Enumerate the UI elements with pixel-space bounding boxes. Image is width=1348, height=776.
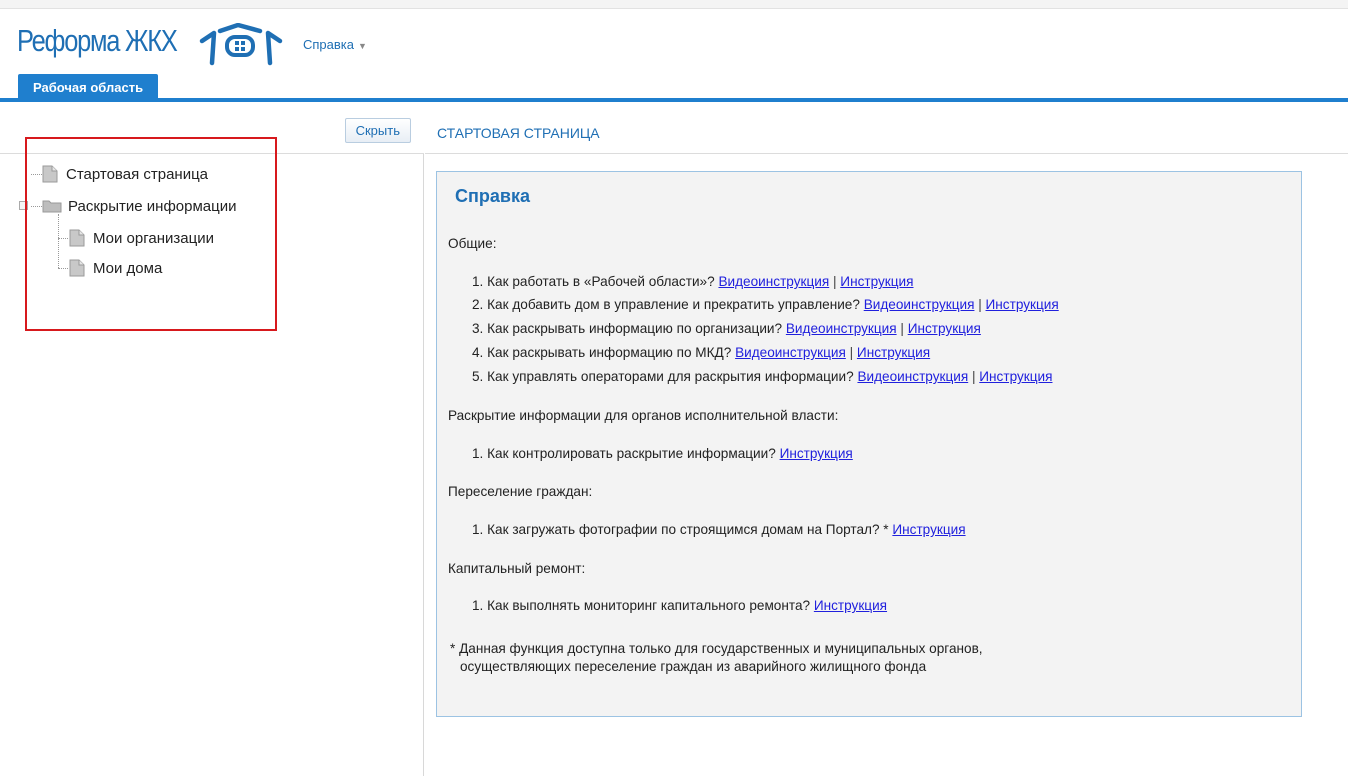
list-item: 3. Как раскрывать информацию по организа… <box>472 321 981 336</box>
main-content: СТАРТОВАЯ СТРАНИЦА Справка Общие: 1. Как… <box>425 116 1348 776</box>
item-number: 1. <box>472 598 484 613</box>
item-text: Как добавить дом в управление и прекрати… <box>487 297 860 312</box>
item-number: 1. <box>472 522 484 537</box>
instruction-link[interactable]: Инструкция <box>908 321 981 336</box>
section-title: Капитальный ремонт: <box>448 561 586 576</box>
video-instruction-link[interactable]: Видеоинструкция <box>735 345 846 360</box>
highlight-annotation-box <box>25 137 277 331</box>
section-title: Переселение граждан: <box>448 484 593 499</box>
video-instruction-link[interactable]: Видеоинструкция <box>857 369 968 384</box>
browser-top-strip <box>0 0 1348 9</box>
help-panel: Справка Общие: 1. Как работать в «Рабоче… <box>436 171 1302 717</box>
instruction-link[interactable]: Инструкция <box>780 446 853 461</box>
help-menu-label: Справка <box>303 37 354 52</box>
footnote-line-2: осуществляющих переселение граждан из ав… <box>460 659 927 674</box>
list-item: 1. Как работать в «Рабочей области»? Вид… <box>472 274 914 289</box>
instruction-link[interactable]: Инструкция <box>857 345 930 360</box>
list-item: 2. Как добавить дом в управление и прекр… <box>472 297 1059 312</box>
item-number: 4. <box>472 345 484 360</box>
item-text: Как загружать фотографии по строящимся д… <box>487 522 889 537</box>
footnote-line-1: * Данная функция доступна только для гос… <box>450 641 983 656</box>
item-number: 2. <box>472 297 484 312</box>
item-text: Как управлять операторами для раскрытия … <box>487 369 854 384</box>
site-header: Реформа ЖКХ Справка ▼ <box>0 9 1348 69</box>
separator: | <box>971 369 976 384</box>
instruction-link[interactable]: Инструкция <box>814 598 887 613</box>
item-text: Как контролировать раскрытие информации? <box>487 446 776 461</box>
instruction-link[interactable]: Инструкция <box>892 522 965 537</box>
logo-text[interactable]: Реформа ЖКХ <box>17 23 178 59</box>
video-instruction-link[interactable]: Видеоинструкция <box>718 274 829 289</box>
instruction-link[interactable]: Инструкция <box>979 369 1052 384</box>
separator: | <box>832 274 837 289</box>
item-text: Как работать в «Рабочей области»? <box>487 274 715 289</box>
item-number: 1. <box>472 446 484 461</box>
house-logo-icon[interactable] <box>198 23 284 67</box>
video-instruction-link[interactable]: Видеоинструкция <box>786 321 897 336</box>
instruction-link[interactable]: Инструкция <box>986 297 1059 312</box>
help-menu[interactable]: Справка ▼ <box>303 37 367 52</box>
item-number: 1. <box>472 274 484 289</box>
item-text: Как раскрывать информацию по организации… <box>487 321 783 336</box>
item-number: 3. <box>472 321 484 336</box>
separator: | <box>849 345 854 360</box>
hide-sidebar-button[interactable]: Скрыть <box>344 118 411 143</box>
instruction-link[interactable]: Инструкция <box>840 274 913 289</box>
list-item: 1. Как загружать фотографии по строящимс… <box>472 522 966 537</box>
section-title: Общие: <box>448 236 497 251</box>
list-item: 4. Как раскрывать информацию по МКД? Вид… <box>472 345 930 360</box>
tab-workspace[interactable]: Рабочая область <box>18 74 159 102</box>
list-item: 1. Как выполнять мониторинг капитального… <box>472 598 887 613</box>
item-number: 5. <box>472 369 484 384</box>
help-panel-title: Справка <box>455 186 530 206</box>
list-item: 5. Как управлять операторами для раскрыт… <box>472 369 1052 384</box>
content-header: СТАРТОВАЯ СТРАНИЦА <box>425 116 1348 154</box>
page-title: СТАРТОВАЯ СТРАНИЦА <box>437 125 600 141</box>
item-text: Как раскрывать информацию по МКД? <box>487 345 732 360</box>
video-instruction-link[interactable]: Видеоинструкция <box>864 297 975 312</box>
chevron-down-icon: ▼ <box>358 41 367 51</box>
separator: | <box>900 321 904 336</box>
tab-bar: Рабочая область <box>0 69 1348 102</box>
section-title: Раскрытие информации для органов исполни… <box>448 408 839 423</box>
list-item: 1. Как контролировать раскрытие информац… <box>472 446 853 461</box>
separator: | <box>978 297 982 312</box>
item-text: Как выполнять мониторинг капитального ре… <box>487 598 811 613</box>
